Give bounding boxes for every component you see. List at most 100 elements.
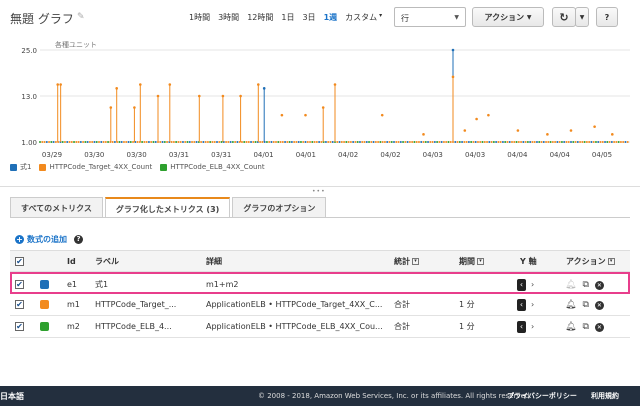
privacy-link[interactable]: プライバシーポリシー — [507, 391, 577, 401]
refresh-button[interactable]: ↻ — [552, 7, 576, 27]
copy-icon[interactable]: ⧉ — [582, 300, 588, 310]
y-axis-left-button[interactable]: ‹ — [517, 299, 526, 311]
data-point — [422, 141, 425, 143]
bell-icon[interactable]: 🔔︎ — [565, 322, 576, 332]
legend-item-m1[interactable]: HTTPCode_Target_4XX_Count — [39, 163, 152, 171]
row-period[interactable]: 1 分 — [459, 294, 475, 316]
data-point — [133, 106, 136, 109]
row-id[interactable]: e1 — [67, 274, 77, 296]
copy-icon[interactable]: ⧉ — [582, 322, 588, 332]
row-stat[interactable]: 合計 — [394, 316, 410, 338]
table-row[interactable]: ✔ e1 式1 m1+m2 ‹ › 🔔︎ ⧉ ✕ — [10, 272, 630, 294]
data-point — [280, 113, 284, 117]
tab-graphed-metrics[interactable]: グラフ化したメトリクス (3) — [104, 197, 231, 218]
legend-item-e1[interactable]: 式1 — [10, 162, 31, 172]
data-point — [488, 141, 491, 143]
graph-title[interactable]: 無題 グラフ — [10, 10, 74, 27]
chevron-down-icon: ▼ — [454, 14, 459, 21]
data-point — [299, 141, 302, 143]
y-axis-right-button[interactable]: › — [531, 294, 534, 316]
color-swatch[interactable] — [40, 280, 49, 289]
row-details[interactable]: m1+m2 — [206, 274, 238, 296]
row-label[interactable]: HTTPCode_Target_... — [95, 294, 176, 316]
data-point — [163, 141, 166, 143]
row-checkbox[interactable]: ✔ — [15, 280, 24, 289]
data-point — [324, 141, 327, 143]
row-details[interactable]: ApplicationELB • HTTPCode_Target_4XX_C..… — [206, 294, 382, 316]
chart-legend: 式1 HTTPCode_Target_4XX_Count HTTPCode_EL… — [10, 162, 265, 172]
resize-handle[interactable]: ••• — [312, 188, 326, 195]
help-icon[interactable]: ? — [74, 235, 83, 244]
data-point — [259, 141, 262, 143]
bell-icon[interactable]: 🔔︎ — [565, 300, 576, 310]
col-id[interactable]: Id — [67, 251, 76, 273]
data-point — [168, 83, 172, 86]
data-point — [327, 141, 330, 143]
legend-item-m2[interactable]: HTTPCode_ELB_4XX_Count — [160, 163, 265, 171]
close-icon[interactable]: ✕ — [594, 281, 604, 290]
row-stat[interactable]: 合計 — [394, 294, 410, 316]
col-label[interactable]: ラベル — [95, 251, 119, 273]
color-swatch[interactable] — [40, 322, 49, 331]
row-id[interactable]: m2 — [67, 316, 80, 338]
actions-button[interactable]: アクション ▼ — [472, 7, 544, 27]
col-details[interactable]: 詳細 — [206, 251, 222, 273]
data-point — [56, 83, 59, 86]
range-3h[interactable]: 3時間 — [218, 12, 239, 23]
row-period[interactable]: 1 分 — [459, 316, 475, 338]
data-point — [100, 141, 103, 143]
range-1h[interactable]: 1時間 — [189, 12, 210, 23]
data-point — [522, 141, 525, 143]
view-type-select[interactable]: 行 ▼ — [394, 7, 466, 27]
data-point — [61, 141, 64, 143]
tab-graph-options[interactable]: グラフのオプション — [232, 197, 327, 217]
data-point — [476, 141, 479, 143]
data-point — [531, 141, 534, 143]
y-axis-right-button[interactable]: › — [531, 316, 534, 338]
col-yaxis[interactable]: Y 軸 — [520, 251, 537, 273]
y-axis-left-button[interactable]: ‹ — [517, 279, 526, 291]
row-details[interactable]: ApplicationELB • HTTPCode_ELB_4XX_Cou... — [206, 316, 383, 338]
data-point — [615, 141, 618, 143]
y-axis-right-button[interactable]: › — [531, 274, 534, 296]
data-point — [170, 141, 173, 143]
range-1d[interactable]: 1日 — [281, 12, 294, 23]
data-point — [579, 141, 582, 143]
data-point — [340, 141, 343, 143]
table-row[interactable]: ✔ m1 HTTPCode_Target_... ApplicationELB … — [10, 294, 630, 316]
table-row[interactable]: ✔ m2 HTTPCode_ELB_4... ApplicationELB • … — [10, 316, 630, 338]
range-1w[interactable]: 1週 — [324, 12, 338, 23]
col-stat[interactable]: 統計 ▾ — [394, 251, 419, 273]
data-point — [547, 141, 550, 143]
row-id[interactable]: m1 — [67, 294, 80, 316]
range-12h[interactable]: 12時間 — [247, 12, 273, 23]
data-point — [626, 141, 629, 143]
language-selector[interactable]: 日本語 — [0, 391, 24, 402]
close-icon[interactable]: ✕ — [594, 301, 604, 310]
data-point — [404, 141, 407, 143]
col-period[interactable]: 期間 ▾ — [459, 251, 484, 273]
row-label[interactable]: HTTPCode_ELB_4... — [95, 316, 172, 338]
data-point — [265, 141, 268, 143]
select-all-checkbox[interactable]: ✔ — [15, 257, 24, 266]
range-3d[interactable]: 3日 — [302, 12, 315, 23]
range-custom[interactable]: カスタム — [345, 12, 377, 23]
data-point — [41, 141, 44, 143]
row-checkbox[interactable]: ✔ — [15, 322, 24, 331]
terms-link[interactable]: 利用規約 — [591, 391, 619, 401]
help-button[interactable]: ? — [596, 7, 618, 27]
color-swatch[interactable] — [40, 300, 49, 309]
y-axis-left-button[interactable]: ‹ — [517, 321, 526, 333]
add-math-expression[interactable]: + 数式の追加 ? — [15, 234, 83, 245]
row-checkbox[interactable]: ✔ — [15, 300, 24, 309]
tab-all-metrics[interactable]: すべてのメトリクス — [10, 197, 103, 217]
refresh-options-button[interactable]: ▼ — [575, 7, 589, 27]
data-point — [43, 141, 46, 143]
x-tick-label: 03/30 — [84, 151, 104, 159]
close-icon[interactable]: ✕ — [594, 323, 604, 332]
row-label[interactable]: 式1 — [95, 274, 108, 296]
data-point — [272, 141, 275, 143]
pencil-icon[interactable]: ✎ — [77, 12, 87, 22]
col-actions[interactable]: アクション ▾ — [566, 251, 615, 273]
copy-icon[interactable]: ⧉ — [582, 280, 588, 290]
